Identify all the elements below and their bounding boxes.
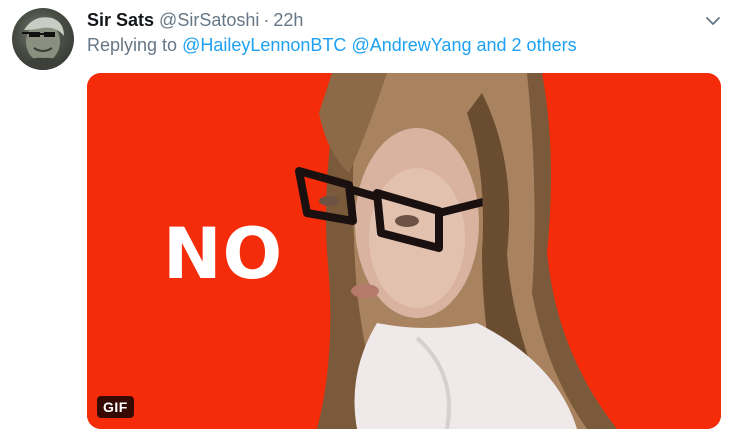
- tweet-header: Sir Sats @SirSatoshi · 22h: [87, 8, 303, 32]
- overlay-text: NO: [163, 213, 284, 295]
- replying-to-label: Replying to: [87, 35, 178, 55]
- tweet: Sir Sats @SirSatoshi · 22h Replying to @…: [0, 0, 734, 434]
- avatar[interactable]: [12, 8, 74, 70]
- gif-badge: GIF: [97, 396, 134, 418]
- mention-link[interactable]: @HaileyLennonBTC: [182, 35, 346, 55]
- replying-to: Replying to @HaileyLennonBTC @AndrewYang…: [87, 35, 577, 56]
- conjunction-text[interactable]: and: [476, 35, 506, 55]
- display-name[interactable]: Sir Sats: [87, 10, 154, 31]
- separator-dot: ·: [263, 9, 270, 30]
- avatar-image: [20, 17, 66, 70]
- gif-media[interactable]: NO GIF: [87, 73, 721, 429]
- user-handle[interactable]: @SirSatoshi: [159, 10, 259, 31]
- mention-link[interactable]: @AndrewYang: [351, 35, 471, 55]
- timestamp[interactable]: 22h: [273, 10, 303, 31]
- others-link[interactable]: 2 others: [512, 35, 577, 55]
- chevron-down-icon[interactable]: [703, 11, 723, 31]
